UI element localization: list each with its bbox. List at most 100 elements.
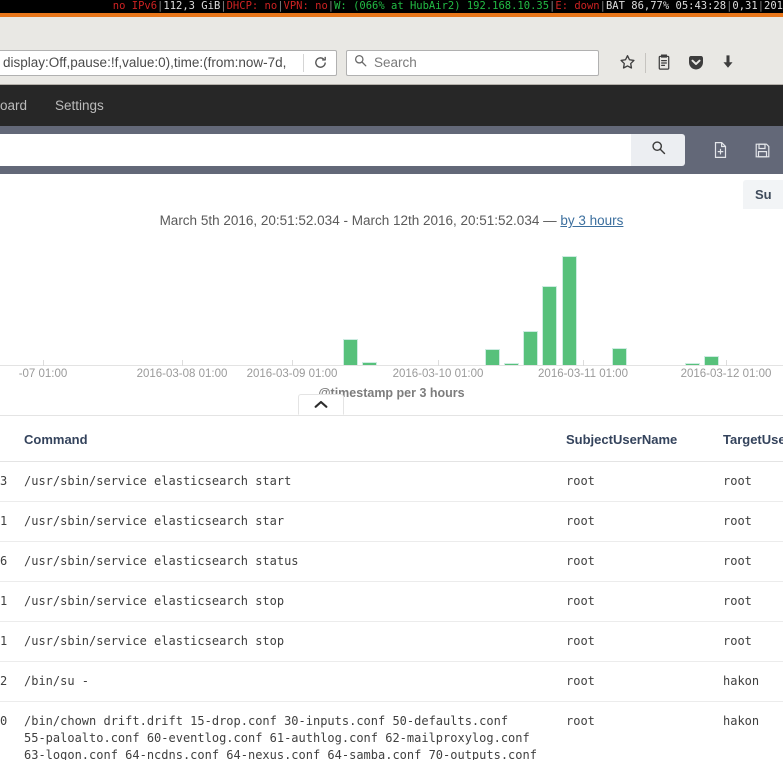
status-segment: 201 [764,0,783,12]
kibana-tool-buttons [699,135,783,165]
tab-summary[interactable]: Su [743,180,783,209]
chart-interval-link[interactable]: by 3 hours [560,213,623,228]
command-line: /usr/sbin/service elasticsearch status [24,554,299,568]
cell-subjectusername: root [566,581,723,622]
chart-x-tick-label: 2016-03-10 01:00 [392,368,484,380]
chart-title-dash: — [543,213,557,228]
cell-time: 1 [0,501,24,542]
reader-view-icon[interactable] [648,48,680,78]
search-icon [651,140,666,160]
chart-bars-container [0,238,783,366]
chart-x-tick-labels: -07 01:00 2016-03-08 01:00 2016-03-09 01:0… [0,366,783,384]
pocket-icon[interactable] [680,48,712,78]
table-row[interactable]: 1/usr/sbin/service elasticsearch stop roo… [0,621,783,662]
cell-time: 2 [0,661,24,702]
table-header-row: Command SubjectUserName TargetUse [0,416,783,462]
cell-targetusername: root [723,501,783,542]
toolbar-divider [645,52,646,73]
table-row[interactable]: 2/bin/su - root hakon [0,661,783,702]
cell-command: /usr/sbin/service elasticsearch star [24,501,566,542]
cell-targetusername: root [723,461,783,502]
chart-bar[interactable] [562,255,577,366]
column-header-targetusername[interactable]: TargetUse [723,416,783,462]
cell-command: /usr/sbin/service elasticsearch stop [24,581,566,622]
chart-x-tick-label: 2016-03-08 01:00 [136,368,228,380]
table-row[interactable]: 0/bin/chown drift.drift 15-drop.conf 30-… [0,701,783,760]
chevron-up-icon [314,396,328,414]
command-line: /usr/sbin/service elasticsearch star [24,514,285,528]
chart-bar[interactable] [485,349,500,366]
table-row[interactable]: 1/usr/sbin/service elasticsearch star roo… [0,501,783,542]
status-segment: VPN: no [283,0,328,12]
histogram-chart: March 5th 2016, 20:51:52.034 - March 12t… [0,208,783,400]
system-status-bar: no IPv6|112,3 GiB|DHCP: no|VPN: no|W: (0… [0,0,783,13]
chart-bar[interactable] [523,330,538,366]
reload-icon[interactable] [304,51,336,75]
subtab-bar: Su [0,174,783,209]
browser-search-bar[interactable]: Search [346,49,599,76]
cell-command: /bin/su - [24,661,566,702]
table-body: 3/usr/sbin/service elasticsearch start ro… [0,461,783,760]
column-header-subjectusername[interactable]: SubjectUserName [566,416,723,462]
cell-targetusername: hakon [723,701,783,760]
bookmark-star-icon[interactable] [611,48,643,78]
cell-command: /usr/sbin/service elasticsearch stop [24,621,566,662]
chart-bar[interactable] [542,286,557,366]
cell-targetusername: root [723,621,783,662]
chart-bar[interactable] [343,339,358,366]
table-row[interactable]: 1/usr/sbin/service elasticsearch stop roo… [0,581,783,622]
downloads-icon[interactable] [712,48,744,78]
toolbar-icons [611,48,744,78]
status-segment: 112,3 GiB [163,0,221,12]
command-line: 55-paloalto.conf 60-eventlog.conf 61-aut… [24,731,530,745]
status-segments: no IPv6|112,3 GiB|DHCP: no|VPN: no|W: (0… [113,0,783,12]
cell-time: 0 [0,701,24,760]
cell-command: /usr/sbin/service elasticsearch status [24,541,566,582]
address-bar-text[interactable]: display:Off,pause:!f,value:0),time:(from… [0,55,303,70]
cell-targetusername: root [723,581,783,622]
browser-toolbar: display:Off,pause:!f,value:0),time:(from… [0,41,783,85]
chart-plot-area[interactable] [0,238,783,366]
column-header-command[interactable]: Command [24,416,566,462]
column-header-time[interactable] [0,416,24,462]
command-line: /bin/su - [24,674,90,688]
kibana-top-nav: oard Settings [0,85,783,126]
cell-time: 3 [0,461,24,502]
cell-subjectusername: root [566,541,723,582]
query-input[interactable] [0,134,631,166]
cell-time: 1 [0,621,24,662]
command-line: /usr/sbin/service elasticsearch start [24,474,292,488]
status-segment: no IPv6 [112,0,158,12]
browser-tabstrip-area [0,17,783,41]
command-line: 63-logon.conf 64-ncdns.conf 64-nexus.con… [24,748,537,760]
query-search-button[interactable] [631,134,685,166]
nav-dashboard[interactable]: oard [0,85,41,126]
status-segment: BAT 86,77% 05:43:28 [605,0,727,12]
chart-time-range: March 5th 2016, 20:51:52.034 - March 12t… [159,213,540,228]
command-line: /usr/sbin/service elasticsearch stop [24,634,285,648]
cell-subjectusername: root [566,501,723,542]
search-icon [354,54,367,72]
cell-subjectusername: root [566,661,723,702]
cell-subjectusername: root [566,621,723,662]
cell-command: /bin/chown drift.drift 15-drop.conf 30-i… [24,701,566,760]
cell-subjectusername: root [566,701,723,760]
status-segment: DHCP: no [226,0,278,12]
collapse-chart-button[interactable] [298,394,344,415]
chart-x-tick-label: -07 01:00 [18,368,68,380]
command-line: /usr/sbin/service elasticsearch stop [24,594,285,608]
status-segment: 0,31 [732,0,758,12]
chart-x-tick-label: 2016-03-09 01:00 [246,368,338,380]
save-search-icon[interactable] [741,135,783,165]
cell-time: 6 [0,541,24,582]
address-bar[interactable]: display:Off,pause:!f,value:0),time:(from… [0,49,337,76]
nav-settings[interactable]: Settings [41,85,118,126]
discover-content: Su March 5th 2016, 20:51:52.034 - March … [0,174,783,760]
new-search-icon[interactable] [699,135,741,165]
table-row[interactable]: 3/usr/sbin/service elasticsearch start ro… [0,461,783,502]
table-row[interactable]: 6/usr/sbin/service elasticsearch status r… [0,541,783,582]
command-line: /bin/chown drift.drift 15-drop.conf 30-i… [24,714,509,728]
status-segment: E: down [555,0,600,12]
chart-collapse-bar [0,394,783,416]
chart-bar[interactable] [612,348,627,366]
